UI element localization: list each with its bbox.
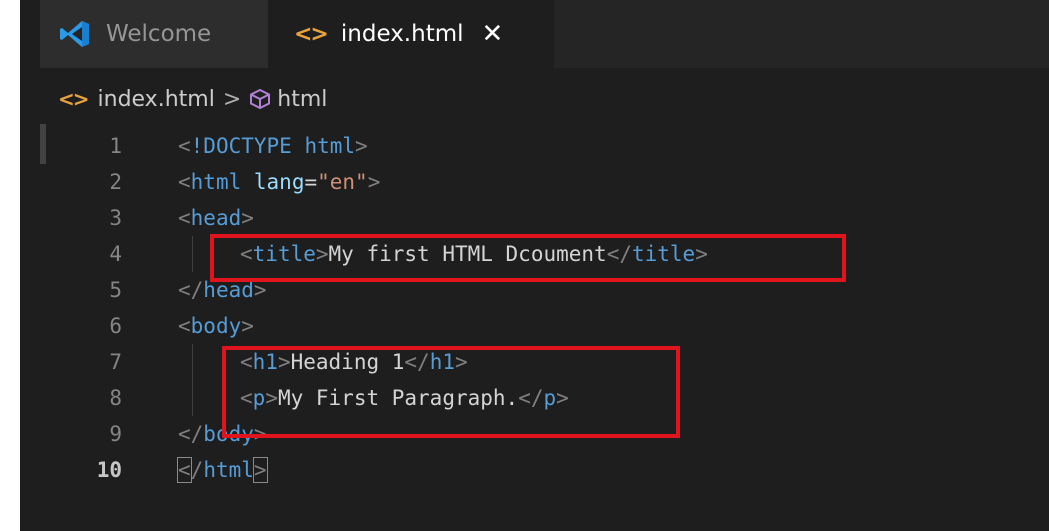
line-number: 4 bbox=[109, 242, 122, 266]
line-number: 1 bbox=[109, 134, 122, 158]
editor-window: Welcome <> index.html ✕ <> index.html > … bbox=[0, 0, 1049, 531]
html-file-icon: <> bbox=[58, 87, 89, 111]
tab-label: Welcome bbox=[106, 21, 212, 47]
code-line: 6 <body> bbox=[40, 308, 1040, 344]
breadcrumb-file[interactable]: index.html bbox=[98, 87, 215, 112]
line-number: 8 bbox=[109, 386, 122, 410]
close-icon[interactable]: ✕ bbox=[482, 19, 504, 49]
tab-bar: Welcome <> index.html ✕ bbox=[40, 0, 1049, 69]
line-number: 7 bbox=[109, 350, 122, 374]
symbol-cube-icon bbox=[250, 88, 271, 110]
line-number: 6 bbox=[109, 314, 122, 338]
line-number: 2 bbox=[109, 170, 122, 194]
tab-label: index.html bbox=[340, 21, 464, 47]
code-line: 3 <head> bbox=[40, 200, 1040, 236]
highlight-box-body bbox=[222, 346, 680, 438]
breadcrumb: <> index.html > html bbox=[40, 78, 1040, 120]
vscode-logo-icon bbox=[60, 21, 89, 47]
line-number: 5 bbox=[109, 278, 122, 302]
line-number: 10 bbox=[96, 458, 122, 482]
breadcrumb-separator: > bbox=[222, 86, 242, 112]
line-code: <head> bbox=[178, 206, 254, 230]
line-number: 9 bbox=[109, 422, 122, 446]
code-line: 2 <html lang="en"> bbox=[40, 164, 1040, 200]
line-code: <html lang="en"> bbox=[178, 170, 381, 194]
line-code: </html> bbox=[177, 457, 268, 483]
highlight-box-title bbox=[210, 234, 846, 282]
breadcrumb-symbol[interactable]: html bbox=[277, 87, 327, 112]
tab-welcome[interactable]: Welcome bbox=[40, 0, 268, 68]
code-editor[interactable]: 1 <!DOCTYPE html> 2 <html lang="en"> 3 <… bbox=[40, 128, 1049, 518]
html-file-icon: <> bbox=[294, 21, 329, 47]
code-line: 10 </html> bbox=[40, 452, 1040, 488]
line-number: 3 bbox=[109, 206, 122, 230]
tab-index-html[interactable]: <> index.html ✕ bbox=[268, 0, 554, 68]
line-code: <!DOCTYPE html> bbox=[178, 134, 368, 158]
line-code: <body> bbox=[178, 314, 254, 338]
code-line: 1 <!DOCTYPE html> bbox=[40, 128, 1040, 164]
